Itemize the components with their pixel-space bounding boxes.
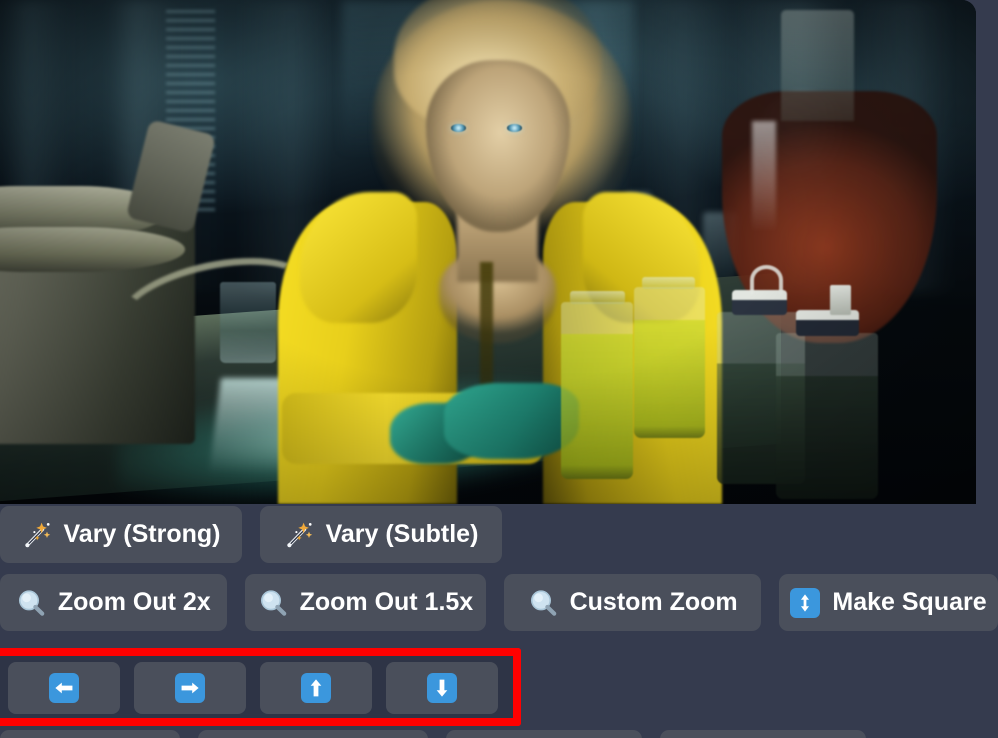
arrow-right-icon [175, 673, 205, 703]
custom-zoom-label: Custom Zoom [569, 588, 738, 616]
partial-button-1[interactable] [0, 730, 180, 738]
arrow-down-icon [427, 673, 457, 703]
partial-button-2[interactable] [198, 730, 428, 738]
generated-image [0, 0, 976, 504]
next-row-partial [0, 730, 866, 738]
vary-row: Vary (Strong) Vary (Subtle) [0, 506, 998, 563]
pan-up-button[interactable] [260, 662, 372, 714]
zoom-row: Zoom Out 2x Zoom Out 1.5x Custom Zoom Ma… [0, 574, 998, 631]
magic-wand-icon [22, 520, 52, 550]
magic-wand-icon [284, 520, 314, 550]
vary-subtle-label: Vary (Subtle) [325, 520, 479, 548]
image-vignette [0, 0, 976, 504]
magnifier-icon [528, 588, 558, 618]
vary-strong-label: Vary (Strong) [63, 520, 221, 548]
zoom-out-1.5x-button[interactable]: Zoom Out 1.5x [244, 574, 487, 631]
vary-strong-button[interactable]: Vary (Strong) [0, 506, 242, 563]
arrow-up-icon [301, 673, 331, 703]
pan-arrows-highlight [0, 648, 521, 726]
vary-subtle-button[interactable]: Vary (Subtle) [260, 506, 502, 563]
pan-arrows-row [8, 662, 498, 714]
image-preview[interactable] [0, 0, 976, 504]
magnifier-icon [16, 588, 46, 618]
custom-zoom-button[interactable]: Custom Zoom [504, 574, 762, 631]
zoom-out-2x-button[interactable]: Zoom Out 2x [0, 574, 227, 631]
pan-left-button[interactable] [8, 662, 120, 714]
arrow-left-icon [49, 673, 79, 703]
pan-down-button[interactable] [386, 662, 498, 714]
pan-right-button[interactable] [134, 662, 246, 714]
partial-button-3[interactable] [446, 730, 642, 738]
image-generation-panel: Vary (Strong) Vary (Subtle) Zoom Out 2x … [0, 0, 998, 738]
magnifier-icon [258, 588, 288, 618]
partial-button-4[interactable] [660, 730, 866, 738]
up-down-arrow-icon [790, 587, 821, 618]
zoom-out-1.5x-label: Zoom Out 1.5x [299, 588, 474, 616]
action-toolbar: Vary (Strong) Vary (Subtle) Zoom Out 2x … [0, 506, 998, 642]
make-square-button[interactable]: Make Square [779, 574, 998, 631]
make-square-label: Make Square [832, 588, 987, 616]
zoom-out-2x-label: Zoom Out 2x [57, 588, 211, 616]
